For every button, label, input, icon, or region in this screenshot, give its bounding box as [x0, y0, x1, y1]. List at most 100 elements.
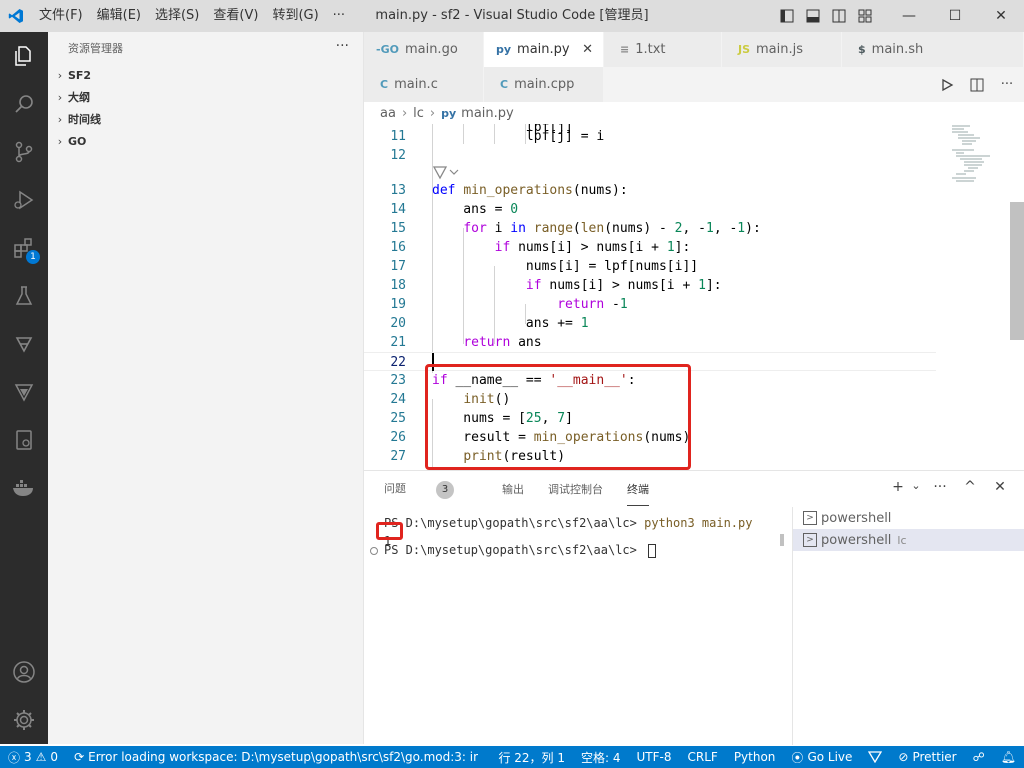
close-window-button[interactable]: ✕ — [978, 0, 1024, 32]
section-go[interactable]: › GO — [48, 130, 363, 152]
testing-icon[interactable] — [0, 272, 48, 320]
terminal-prompt: PS D:\mysetup\gopath\src\sf2\aa\lc> — [384, 543, 645, 557]
maximize-button[interactable]: ☐ — [932, 0, 978, 32]
menu-edit[interactable]: 编辑(E) — [90, 0, 148, 32]
tab-main-cpp[interactable]: C main.cpp — [484, 67, 604, 102]
accounts-status-icon[interactable]: ☍ — [965, 750, 993, 764]
section-sf2[interactable]: › SF2 — [48, 64, 363, 86]
toggle-secondary-sidebar-icon[interactable] — [826, 3, 852, 29]
c-file-icon: C — [380, 78, 389, 91]
extensions-badge: 1 — [26, 250, 40, 264]
encoding[interactable]: UTF-8 — [629, 750, 680, 764]
terminal-list-item-active[interactable]: > powershell lc — [793, 529, 1024, 551]
line-number: 25 — [390, 411, 406, 426]
terminal-prompt: PS D:\mysetup\gopath\src\sf2\aa\lc> — [384, 516, 645, 530]
line-number: 22 — [390, 355, 406, 370]
new-terminal-button[interactable]: + — [886, 479, 910, 495]
toggle-sidebar-icon[interactable] — [774, 3, 800, 29]
code-line: 13 def min_operations(nums): — [364, 181, 936, 200]
section-timeline[interactable]: › 时间线 — [48, 108, 363, 130]
terminal-icon: > — [803, 533, 817, 547]
split-editor-icon[interactable] — [964, 72, 990, 98]
indentation[interactable]: 空格: 4 — [573, 749, 629, 766]
menu-go[interactable]: 转到(G) — [265, 0, 325, 32]
terminal-name: powershell — [821, 532, 892, 548]
terminal-scrollbar[interactable] — [780, 534, 784, 546]
minimap[interactable] — [950, 124, 1010, 184]
layout-controls — [774, 0, 878, 32]
section-outline[interactable]: › 大纲 — [48, 86, 363, 108]
cursor-position[interactable]: 行 22，列 1 — [490, 749, 573, 766]
go-live-button[interactable]: ⦿ Go Live — [783, 749, 860, 766]
tab-problems[interactable]: 问题 3 — [384, 480, 478, 499]
toggle-panel-icon[interactable] — [800, 3, 826, 29]
tab-main-c[interactable]: C main.c — [364, 67, 484, 102]
more-panel-actions-button[interactable]: ··· — [928, 479, 952, 495]
breadcrumb-item[interactable]: main.py — [461, 106, 514, 121]
end-of-line[interactable]: CRLF — [680, 750, 726, 764]
problems-count-badge: 3 — [436, 480, 454, 499]
breadcrumb-item[interactable]: lc — [413, 106, 424, 121]
codegeex-icon[interactable] — [0, 320, 48, 368]
code-text: def min_operations(nums): — [432, 183, 628, 198]
minimize-button[interactable]: — — [886, 0, 932, 32]
tab-main-sh[interactable]: $ main.sh — [842, 32, 1024, 67]
close-tab-icon[interactable]: ✕ — [582, 42, 593, 57]
gitlens-icon[interactable] — [0, 368, 48, 416]
tab-output[interactable]: 输出 — [502, 481, 524, 497]
tab-main-go[interactable]: -GO main.go — [364, 32, 484, 67]
customize-layout-icon[interactable] — [852, 3, 878, 29]
explorer-icon[interactable] — [0, 32, 48, 80]
more-actions-icon[interactable]: ··· — [994, 72, 1020, 98]
accounts-icon[interactable] — [0, 648, 48, 696]
tab-1-txt[interactable]: ≡ 1.txt — [604, 32, 722, 67]
code-line: 18 if nums[i] > nums[i + 1]: — [364, 276, 936, 295]
tab-label: main.js — [756, 42, 804, 57]
menu-file[interactable]: 文件(F) — [32, 0, 90, 32]
tab-label: 1.txt — [635, 42, 666, 57]
editor-scrollbar[interactable] — [1010, 202, 1024, 340]
search-icon[interactable] — [0, 80, 48, 128]
status-right: 行 22，列 1 空格: 4 UTF-8 CRLF Python ⦿ Go Liv… — [490, 746, 1024, 768]
tab-debug-console[interactable]: 调试控制台 — [548, 481, 603, 497]
menu-more[interactable]: ··· — [326, 0, 352, 32]
terminal-output[interactable]: PS D:\mysetup\gopath\src\sf2\aa\lc> pyth… — [364, 507, 792, 745]
notifications-bell-icon[interactable]: 🔔︎ — [993, 750, 1024, 764]
close-panel-button[interactable]: ✕ — [988, 479, 1012, 495]
status-message: Error loading workspace: D:\mysetup\gopa… — [88, 750, 479, 764]
breadcrumb: aa › lc › py main.py — [364, 102, 1024, 124]
source-control-icon[interactable] — [0, 128, 48, 176]
breadcrumb-item[interactable]: aa — [380, 106, 396, 121]
editor-tabs: -GO main.go py main.py ✕ ≡ 1.txt JS main… — [364, 32, 1024, 102]
sidebar-more-button[interactable]: ··· — [336, 38, 349, 54]
gear-icon[interactable] — [0, 696, 48, 744]
tab-terminal[interactable]: 终端 — [627, 481, 649, 506]
tab-label: main.go — [404, 42, 458, 57]
docker-icon[interactable] — [0, 464, 48, 512]
activity-bottom — [0, 648, 48, 744]
prettier-status[interactable]: ⊘ Prettier — [890, 750, 964, 764]
run-debug-icon[interactable] — [0, 176, 48, 224]
line-number: 23 — [390, 373, 406, 388]
tab-main-js[interactable]: JS main.js — [722, 32, 842, 67]
codegeex-status-icon[interactable] — [860, 751, 890, 763]
problems-status[interactable]: ⓧ 3 ⚠ 0 — [0, 749, 66, 766]
tab-label: main.sh — [871, 42, 924, 57]
extensions-icon[interactable]: 1 — [0, 224, 48, 272]
remote-explorer-icon[interactable] — [0, 416, 48, 464]
workspace-error-status[interactable]: ⟳ Error loading workspace: D:\mysetup\gop… — [66, 750, 478, 764]
maximize-panel-button[interactable]: ^ — [958, 479, 982, 495]
menu-view[interactable]: 查看(V) — [206, 0, 265, 32]
tab-main-py[interactable]: py main.py ✕ — [484, 32, 604, 67]
chevron-right-icon: › — [401, 105, 408, 121]
run-file-icon[interactable] — [934, 72, 960, 98]
error-icon: ⓧ — [8, 750, 21, 765]
code-line: 14 ans = 0 — [364, 200, 936, 219]
language-mode[interactable]: Python — [726, 750, 784, 764]
line-number: 24 — [390, 392, 406, 407]
terminal-list-item[interactable]: > powershell — [793, 507, 1024, 529]
code-text: return -1 — [557, 297, 628, 312]
tab-label: main.cpp — [514, 77, 575, 92]
menu-selection[interactable]: 选择(S) — [148, 0, 206, 32]
terminal-dropdown-icon[interactable]: ⌄ — [910, 479, 922, 495]
